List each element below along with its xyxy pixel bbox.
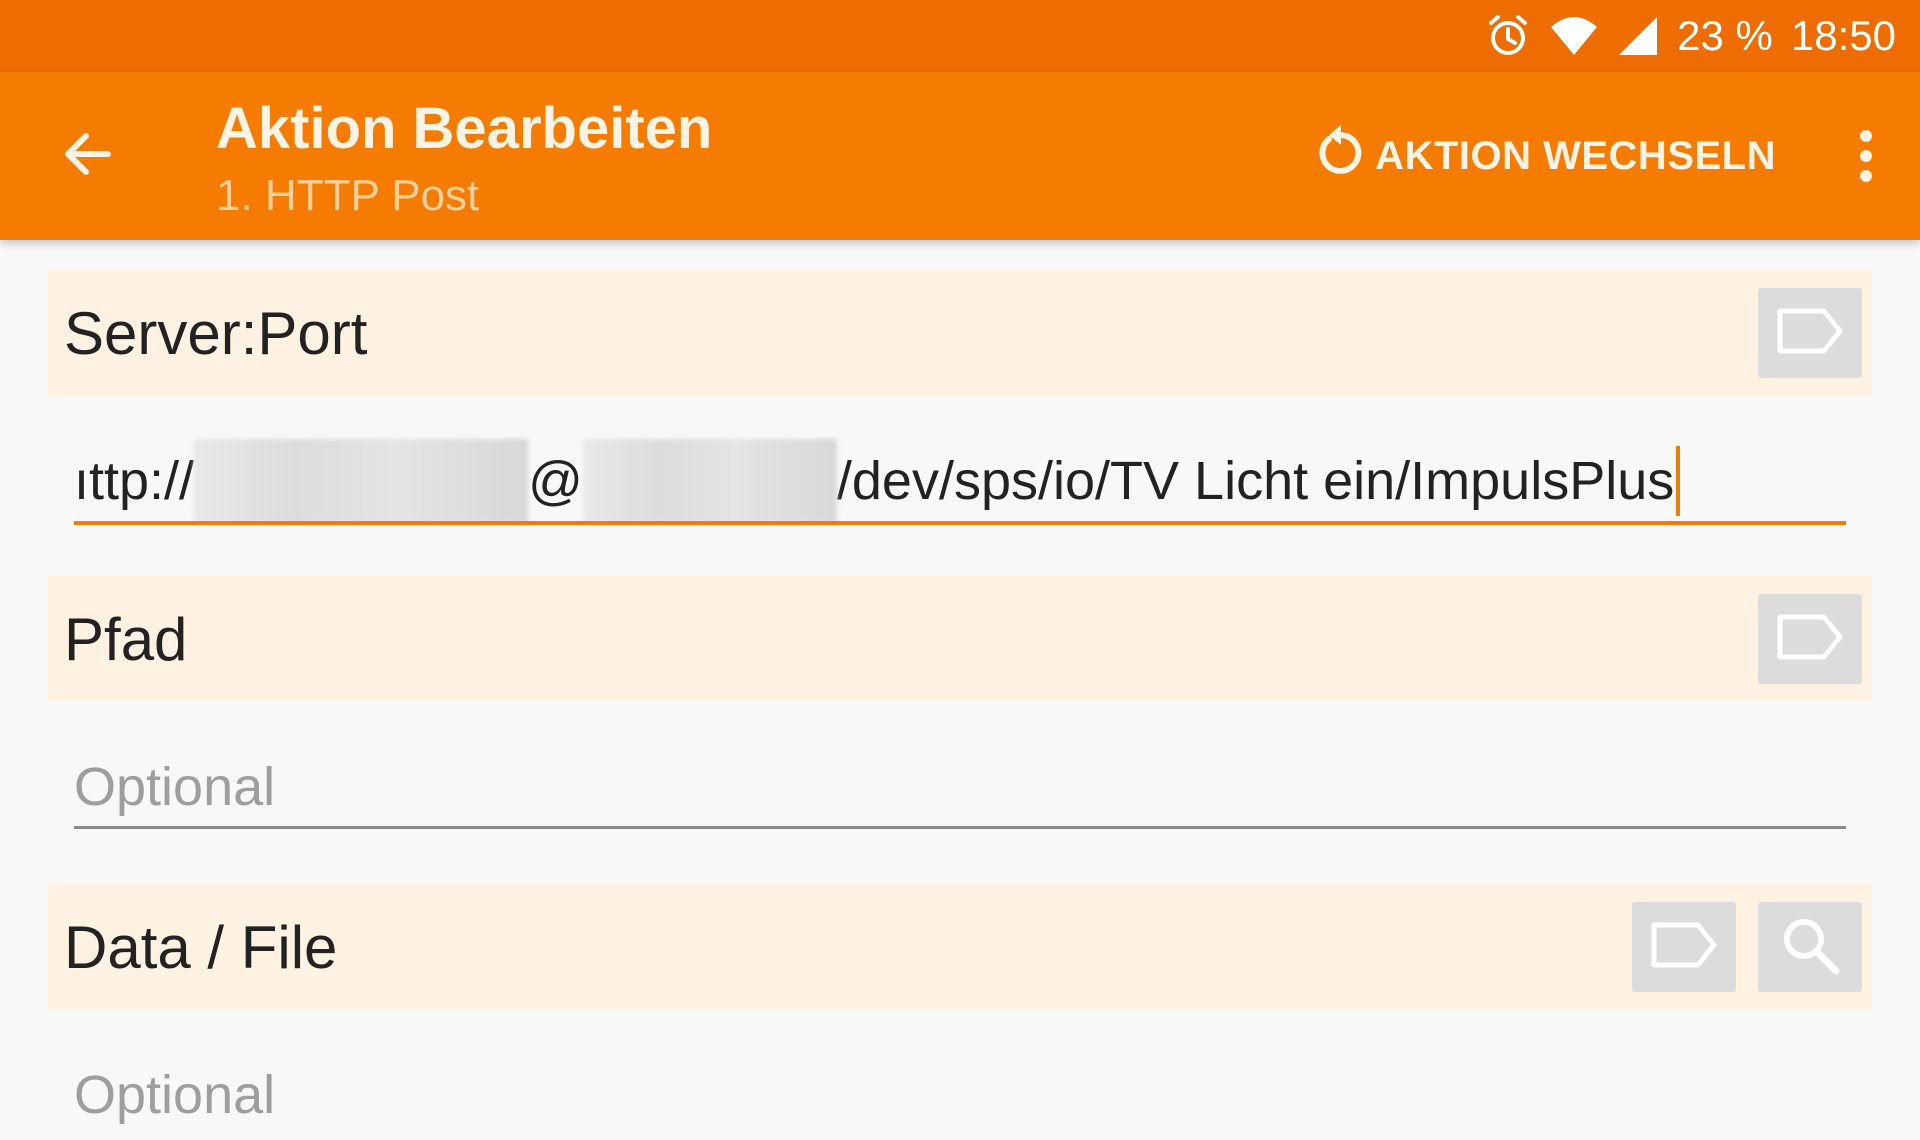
label-tag-icon: [1774, 611, 1846, 668]
pfad-label: Pfad: [64, 605, 188, 673]
arrow-left-icon: [58, 126, 114, 187]
switch-action-button[interactable]: AKTION WECHSELN: [1313, 120, 1776, 192]
data-file-variable-button[interactable]: [1632, 902, 1736, 992]
pfad-header: Pfad: [48, 576, 1872, 702]
alarm-icon: [1485, 13, 1531, 59]
text-cursor: [1676, 446, 1681, 516]
pfad-variable-button[interactable]: [1758, 594, 1862, 684]
page-title: Aktion Bearbeiten: [216, 96, 713, 161]
rotate-icon: [1313, 123, 1365, 189]
server-port-header: Server:Port: [48, 270, 1872, 396]
redacted-credentials: [194, 439, 529, 523]
data-file-header: Data / File: [48, 884, 1872, 1010]
app-bar: Aktion Bearbeiten 1. HTTP Post AKTION WE…: [0, 72, 1920, 240]
switch-action-label: AKTION WECHSELN: [1375, 133, 1776, 178]
server-port-label: Server:Port: [64, 299, 368, 367]
redacted-host: [582, 439, 837, 523]
server-port-underline: [74, 521, 1846, 525]
more-vert-icon: [1860, 130, 1872, 142]
data-file-search-button[interactable]: [1758, 902, 1862, 992]
label-tag-icon: [1774, 305, 1846, 362]
wifi-icon: [1549, 15, 1599, 57]
search-icon: [1778, 913, 1842, 982]
overflow-menu-button[interactable]: [1834, 124, 1898, 188]
data-file-label: Data / File: [64, 913, 338, 981]
page-subtitle: 1. HTTP Post: [216, 171, 480, 220]
title-block: Aktion Bearbeiten 1. HTTP Post: [216, 94, 712, 226]
pfad-underline: [74, 826, 1846, 829]
status-bar: 23 % 18:50: [0, 0, 1920, 72]
signal-icon: [1617, 15, 1659, 57]
url-path: /dev/sps/io/TV Licht ein/ImpulsPlus: [836, 451, 1675, 511]
url-scheme: ıttp://: [74, 451, 195, 511]
label-tag-icon: [1648, 919, 1720, 976]
url-at: @: [528, 451, 583, 511]
battery-percent: 23 %: [1677, 12, 1773, 59]
pfad-input[interactable]: Optional: [74, 742, 1846, 832]
status-icons: 23 % 18:50: [1485, 0, 1896, 72]
server-port-input[interactable]: ıttp:// @ /dev/sps/io/TV Licht ein/Impul…: [74, 436, 1846, 526]
clock: 18:50: [1790, 12, 1896, 59]
server-port-variable-button[interactable]: [1758, 288, 1862, 378]
data-file-input[interactable]: Optional: [74, 1050, 1846, 1140]
back-button[interactable]: [44, 114, 128, 198]
